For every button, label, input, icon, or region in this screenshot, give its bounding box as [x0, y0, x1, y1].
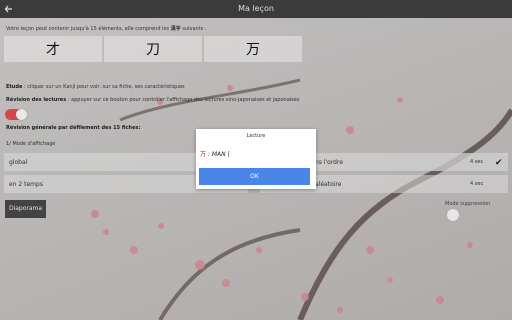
ok-button[interactable]: OK — [199, 168, 310, 185]
lecture-dialog: Lecture 万 : MAN | OK — [196, 129, 316, 189]
dialog-content: 万 : MAN | — [200, 149, 230, 158]
dialog-reading: : MAN | — [206, 151, 230, 158]
dialog-title: Lecture — [246, 133, 266, 139]
